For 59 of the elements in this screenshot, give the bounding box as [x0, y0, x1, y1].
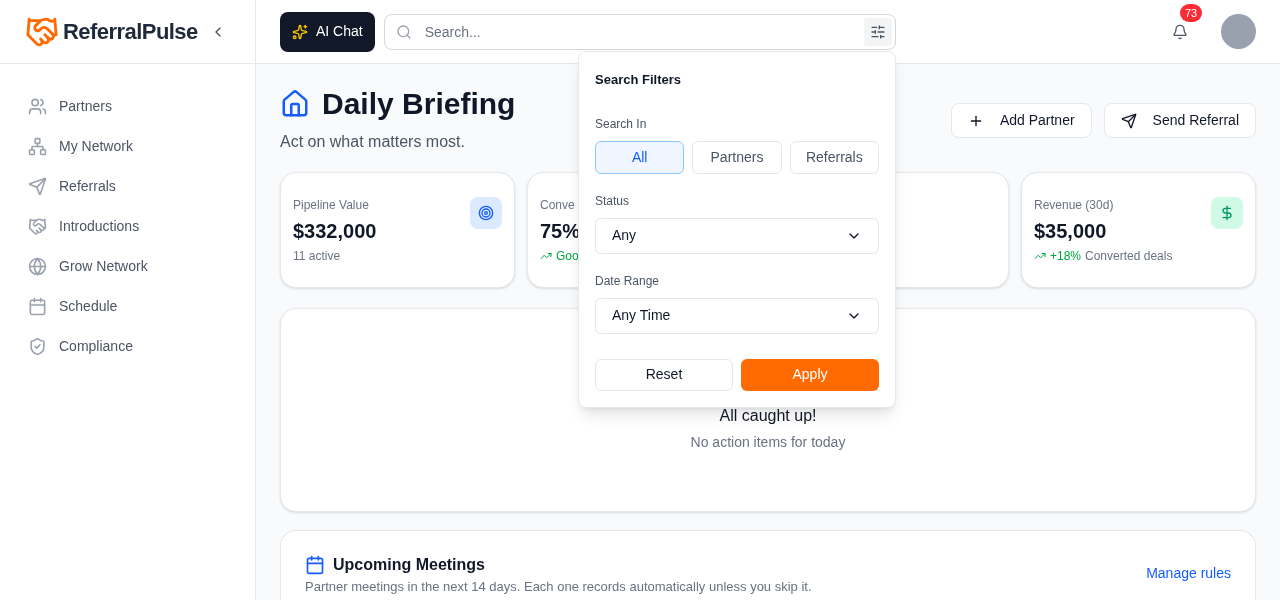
stat-label: Conve	[540, 197, 576, 213]
status-select[interactable]: Any	[595, 217, 879, 254]
ai-chat-button[interactable]: AI Chat	[280, 11, 375, 52]
sidebar-item[interactable]: Partners	[20, 86, 235, 126]
calendar-icon	[305, 555, 325, 575]
field-label: Status	[595, 192, 631, 210]
scope-option[interactable]: Referrals	[789, 140, 879, 174]
date-range-select[interactable]: Any Time	[595, 297, 879, 334]
action-button[interactable]: Send Referral	[1103, 103, 1256, 138]
sidebar-item[interactable]: My Network	[20, 126, 235, 166]
network-icon	[28, 136, 47, 156]
page-title: Daily Briefing	[322, 86, 516, 122]
stat-note: 11 active	[293, 248, 341, 265]
empty-text: No action items for today	[690, 433, 846, 452]
field-label: Search In	[595, 115, 648, 133]
stat-value: 75%	[540, 219, 581, 244]
sidebar-item[interactable]: Introductions	[20, 206, 235, 246]
brand-name: ReferralPulse	[63, 18, 198, 46]
stat-note: Converted deals	[1085, 248, 1173, 265]
reset-button[interactable]: Reset	[595, 358, 733, 391]
page-subtitle: Act on what matters most.	[280, 132, 466, 152]
trend-up-icon	[540, 250, 552, 262]
globe-icon	[28, 256, 47, 276]
home-icon	[280, 89, 310, 119]
handshake-icon	[28, 216, 47, 236]
paper-plane-icon	[28, 176, 47, 196]
meetings-subtitle: Partner meetings in the next 14 days. Each one records automatically unless you skip it.	[305, 579, 812, 595]
dollar-icon	[1219, 205, 1235, 221]
meetings-title: Upcoming Meetings	[333, 555, 485, 575]
sidebar-item[interactable]: Referrals	[20, 166, 235, 206]
notification-badge: 73	[1180, 3, 1203, 22]
users-icon	[28, 96, 47, 116]
trend-up-icon	[1034, 250, 1046, 262]
calendar-icon	[28, 296, 47, 316]
stat-label: Pipeline Value	[293, 197, 370, 213]
sidebar-item[interactable]: Schedule	[20, 286, 235, 326]
bell-icon	[1172, 23, 1188, 40]
scope-option[interactable]: All	[595, 140, 685, 174]
paper-plane-icon	[1120, 112, 1137, 129]
field-label: Date Range	[595, 272, 661, 290]
sliders-icon	[869, 23, 886, 40]
search-field[interactable]: Search...	[383, 13, 896, 50]
manage-rules-link[interactable]: Manage rules	[1146, 563, 1231, 600]
avatar[interactable]	[1221, 14, 1256, 49]
target-icon	[478, 205, 494, 221]
stat-trend: Goo	[556, 248, 579, 265]
stat-value: $35,000	[1034, 219, 1108, 244]
action-button[interactable]: Add Partner	[950, 103, 1092, 138]
search-icon	[395, 23, 412, 40]
shield-check-icon	[28, 336, 47, 356]
stat-trend: +18%	[1050, 248, 1082, 265]
stat-value: $332,000	[293, 219, 377, 244]
sidebar-item[interactable]: Compliance	[20, 326, 235, 366]
sparkles-icon	[292, 23, 308, 40]
sidebar-item[interactable]: Grow Network	[20, 246, 235, 286]
stat-label: Revenue (30d)	[1034, 197, 1115, 213]
empty-title: All caught up!	[719, 406, 817, 426]
scope-option[interactable]: Partners	[692, 140, 782, 174]
popover-title: Search Filters	[595, 71, 682, 89]
